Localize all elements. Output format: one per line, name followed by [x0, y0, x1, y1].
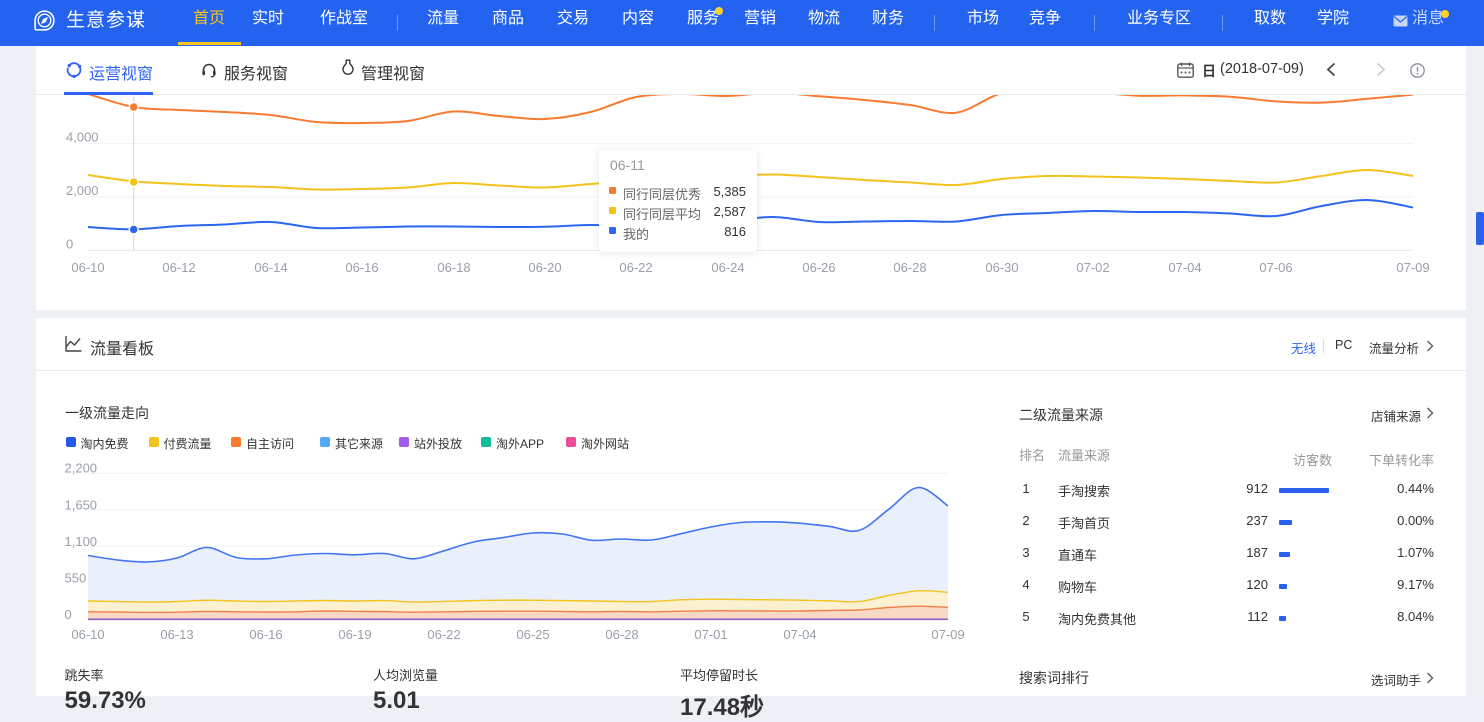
svg-text:06-28: 06-28 — [893, 260, 926, 275]
svg-text:06-28: 06-28 — [605, 627, 638, 642]
svg-text:1,650: 1,650 — [65, 497, 98, 512]
svg-text:06-22: 06-22 — [427, 627, 460, 642]
svg-text:06-14: 06-14 — [254, 260, 287, 275]
svg-text:0: 0 — [65, 607, 72, 622]
svg-text:06-19: 06-19 — [338, 627, 371, 642]
svg-text:07-09: 07-09 — [1396, 260, 1429, 275]
svg-text:2,200: 2,200 — [65, 461, 98, 476]
svg-text:06-24: 06-24 — [711, 260, 744, 275]
svg-text:07-01: 07-01 — [694, 627, 727, 642]
svg-text:06-20: 06-20 — [528, 260, 561, 275]
svg-text:06-12: 06-12 — [162, 260, 195, 275]
svg-text:07-04: 07-04 — [783, 627, 816, 642]
svg-text:07-02: 07-02 — [1076, 260, 1109, 275]
svg-text:07-06: 07-06 — [1259, 260, 1292, 275]
svg-text:07-04: 07-04 — [1168, 260, 1201, 275]
svg-text:06-16: 06-16 — [345, 260, 378, 275]
svg-text:07-09: 07-09 — [931, 627, 964, 642]
svg-text:06-10: 06-10 — [71, 260, 104, 275]
svg-text:06-18: 06-18 — [437, 260, 470, 275]
svg-text:06-10: 06-10 — [71, 627, 104, 642]
svg-text:1,100: 1,100 — [65, 534, 98, 549]
svg-text:06-22: 06-22 — [619, 260, 652, 275]
svg-text:4,000: 4,000 — [66, 130, 99, 145]
svg-text:06-26: 06-26 — [802, 260, 835, 275]
svg-text:06-25: 06-25 — [516, 627, 549, 642]
svg-text:06-13: 06-13 — [160, 627, 193, 642]
svg-text:06-16: 06-16 — [249, 627, 282, 642]
svg-text:2,000: 2,000 — [66, 183, 99, 198]
svg-text:0: 0 — [66, 237, 73, 252]
svg-text:06-30: 06-30 — [985, 260, 1018, 275]
svg-text:550: 550 — [65, 571, 87, 586]
